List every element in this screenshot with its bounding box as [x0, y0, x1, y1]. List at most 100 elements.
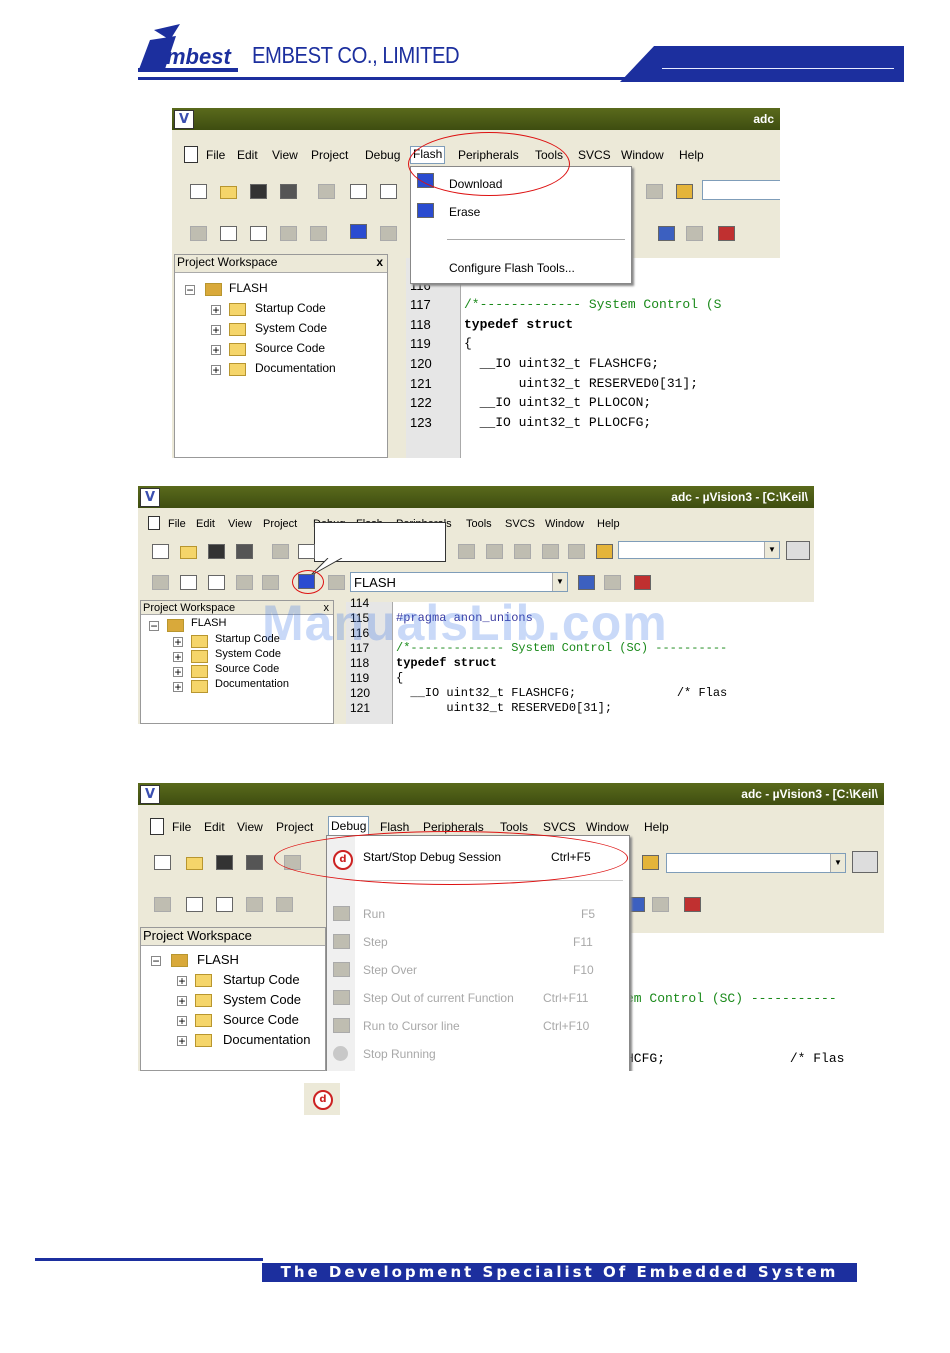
- tree-group-documentation[interactable]: Documentation: [215, 678, 289, 690]
- menu-view[interactable]: View: [272, 148, 298, 162]
- tree-group-source-code[interactable]: Source Code: [255, 341, 325, 355]
- tree-group-startup-code[interactable]: Startup Code: [255, 301, 326, 315]
- bookmark-clear-icon[interactable]: [568, 544, 585, 559]
- batch-build-icon[interactable]: [246, 897, 263, 912]
- menu-project[interactable]: Project: [276, 820, 313, 834]
- copy-icon[interactable]: [298, 544, 315, 559]
- menu-debug[interactable]: Debug: [365, 148, 400, 162]
- books-icon[interactable]: [604, 575, 621, 590]
- save-all-icon[interactable]: [236, 544, 253, 559]
- rebuild-icon[interactable]: [216, 897, 233, 912]
- menu-item-configure-flash-tools[interactable]: Configure Flash Tools...: [449, 261, 575, 275]
- save-icon[interactable]: [216, 855, 233, 870]
- open-file-icon[interactable]: [220, 186, 237, 199]
- menu-help[interactable]: Help: [679, 148, 704, 162]
- tree-group-system-code[interactable]: System Code: [255, 321, 327, 335]
- find-in-files-icon[interactable]: [676, 184, 693, 199]
- save-all-icon[interactable]: [280, 184, 297, 199]
- tree-group-startup-code[interactable]: Startup Code: [223, 972, 300, 987]
- options-icon[interactable]: [380, 226, 397, 241]
- find-in-files-icon[interactable]: [642, 855, 659, 870]
- expand-icon[interactable]: +: [173, 666, 183, 678]
- menu-window[interactable]: Window: [621, 148, 664, 162]
- functions-icon[interactable]: [684, 897, 701, 912]
- tree-group-documentation[interactable]: Documentation: [223, 1032, 310, 1047]
- menu-tools[interactable]: Tools: [466, 518, 492, 530]
- tree-root-flash[interactable]: FLASH: [197, 952, 239, 967]
- stop-build-icon[interactable]: [310, 226, 327, 241]
- menu-edit[interactable]: Edit: [204, 820, 225, 834]
- workspace-close-button[interactable]: x: [376, 255, 383, 269]
- books-icon[interactable]: [686, 226, 703, 241]
- expand-icon[interactable]: +: [177, 995, 187, 1007]
- menu-svcs[interactable]: SVCS: [505, 518, 535, 530]
- target-select[interactable]: FLASH ▼: [350, 572, 568, 592]
- select-device-icon[interactable]: [578, 575, 595, 590]
- find-binoculars-icon[interactable]: [786, 541, 810, 560]
- code-editor[interactable]: 115#pragma anon_unions116117/*----------…: [406, 258, 780, 458]
- menu-view[interactable]: View: [228, 518, 252, 530]
- bookmark-prev-icon[interactable]: [542, 544, 559, 559]
- save-icon[interactable]: [250, 184, 267, 199]
- menu-edit[interactable]: Edit: [237, 148, 258, 162]
- rebuild-icon[interactable]: [250, 226, 267, 241]
- functions-icon[interactable]: [718, 226, 735, 241]
- new-file-icon[interactable]: [152, 544, 169, 559]
- new-file-icon[interactable]: [154, 855, 171, 870]
- find-combo[interactable]: ▼: [666, 853, 846, 873]
- translate-icon[interactable]: [152, 575, 169, 590]
- menu-svcs[interactable]: SVCS: [543, 820, 576, 834]
- expand-icon[interactable]: +: [211, 304, 221, 316]
- cut-icon[interactable]: [318, 184, 335, 199]
- bookmark-next-icon[interactable]: [514, 544, 531, 559]
- paste-icon[interactable]: [380, 184, 397, 199]
- open-file-icon[interactable]: [186, 857, 203, 870]
- build-icon[interactable]: [180, 575, 197, 590]
- find-in-files-icon[interactable]: [596, 544, 613, 559]
- expand-icon[interactable]: +: [173, 651, 183, 663]
- new-file-icon[interactable]: [190, 184, 207, 199]
- functions-icon[interactable]: [634, 575, 651, 590]
- expand-icon[interactable]: +: [177, 1015, 187, 1027]
- load-icon[interactable]: [350, 224, 367, 239]
- indent-icon[interactable]: [458, 544, 475, 559]
- menu-project[interactable]: Project: [311, 148, 348, 162]
- build-icon[interactable]: [186, 897, 203, 912]
- rebuild-icon[interactable]: [208, 575, 225, 590]
- collapse-icon[interactable]: −: [185, 284, 195, 296]
- expand-icon[interactable]: +: [211, 364, 221, 376]
- code-editor[interactable]: em Control (SC) ----------- HCFG; /* Fla…: [626, 933, 884, 1071]
- expand-icon[interactable]: +: [211, 344, 221, 356]
- menu-help[interactable]: Help: [597, 518, 620, 530]
- expand-icon[interactable]: +: [211, 324, 221, 336]
- translate-icon[interactable]: [190, 226, 207, 241]
- find-combo[interactable]: ▼: [618, 541, 780, 559]
- tree-group-documentation[interactable]: Documentation: [255, 361, 336, 375]
- books-icon[interactable]: [652, 897, 669, 912]
- batch-build-icon[interactable]: [236, 575, 253, 590]
- menu-help[interactable]: Help: [644, 820, 669, 834]
- tree-group-source-code[interactable]: Source Code: [215, 663, 279, 675]
- menu-svcs[interactable]: SVCS: [578, 148, 611, 162]
- expand-icon[interactable]: +: [177, 975, 187, 987]
- options-icon[interactable]: [328, 575, 345, 590]
- menu-item-erase[interactable]: Erase: [449, 205, 480, 219]
- save-icon[interactable]: [208, 544, 225, 559]
- expand-icon[interactable]: +: [173, 681, 183, 693]
- tree-root-flash[interactable]: FLASH: [229, 281, 268, 295]
- select-device-icon[interactable]: [658, 226, 675, 241]
- cut-icon[interactable]: [272, 544, 289, 559]
- stop-build-icon[interactable]: [262, 575, 279, 590]
- build-icon[interactable]: [220, 226, 237, 241]
- stop-build-icon[interactable]: [276, 897, 293, 912]
- tree-root-flash[interactable]: FLASH: [191, 617, 226, 629]
- menu-window[interactable]: Window: [545, 518, 584, 530]
- find-combo[interactable]: [702, 180, 780, 200]
- menu-view[interactable]: View: [237, 820, 263, 834]
- tree-group-system-code[interactable]: System Code: [223, 992, 301, 1007]
- menu-debug[interactable]: Debug: [328, 816, 370, 836]
- menu-file[interactable]: File: [172, 820, 191, 834]
- menu-project[interactable]: Project: [263, 518, 297, 530]
- open-file-icon[interactable]: [180, 546, 197, 559]
- expand-icon[interactable]: +: [173, 636, 183, 648]
